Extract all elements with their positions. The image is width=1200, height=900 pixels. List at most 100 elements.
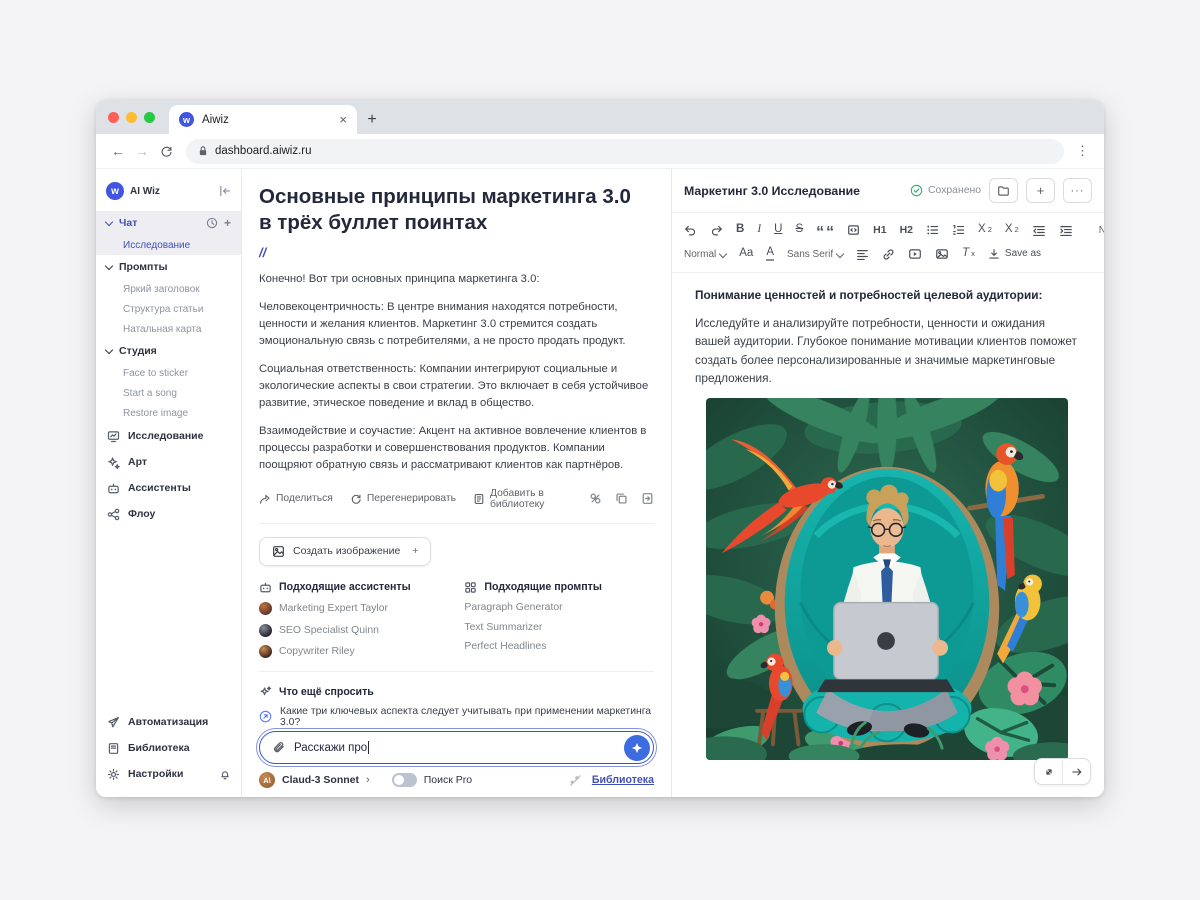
input-value: Расскажи про <box>294 742 367 754</box>
heading1-button[interactable]: H1 <box>873 225 886 236</box>
document-content[interactable]: Понимание ценностей и потребностей целев… <box>672 273 1104 760</box>
sidebar-item-art[interactable]: Арт <box>96 449 241 475</box>
prompts-header: Подходящие промпты <box>464 581 654 594</box>
new-document-button[interactable]: + <box>1026 178 1055 203</box>
prompt-item[interactable]: Text Summarizer <box>464 622 654 633</box>
reload-icon[interactable] <box>154 139 178 163</box>
create-image-button[interactable]: Создать изображение + <box>259 537 431 566</box>
share-button[interactable]: Поделиться <box>259 493 333 505</box>
chevron-down-icon <box>836 249 844 257</box>
sidebar-item-library[interactable]: Библиотека <box>96 735 241 761</box>
generated-image[interactable] <box>706 398 1068 760</box>
send-sparkle-icon <box>630 741 644 755</box>
sidebar-item-prompt-1[interactable]: Структура статьи <box>96 299 241 319</box>
browser-menu-icon[interactable]: ⋮ <box>1072 143 1094 159</box>
italic-button[interactable]: I <box>757 224 761 236</box>
message-actions: Поделиться Перегенерировать Добавить в б… <box>259 488 654 510</box>
more-options-button[interactable]: ··· <box>1063 178 1092 203</box>
tokens-icon[interactable] <box>589 492 602 505</box>
folder-button[interactable] <box>989 178 1018 203</box>
bullet-list-icon[interactable] <box>926 224 939 236</box>
jungle-illustration <box>706 398 1068 760</box>
sidebar-item-prompts[interactable]: Промпты <box>96 255 241 279</box>
save-as-button[interactable]: Save as <box>988 248 1041 260</box>
align-icon[interactable] <box>856 249 869 260</box>
chat-title: Основные принципы маркетинга 3.0 в трёх … <box>259 184 654 236</box>
sidebar-item-studio-0[interactable]: Face to sticker <box>96 363 241 383</box>
copy-icon[interactable] <box>615 492 628 505</box>
code-block-icon[interactable] <box>847 224 860 236</box>
paragraph-dropdown[interactable]: Normal <box>684 249 726 260</box>
image-icon <box>272 545 285 558</box>
strikethrough-button[interactable]: S <box>795 224 803 236</box>
undo-icon[interactable] <box>684 225 697 236</box>
chat-paragraph: Социальная ответственность: Компании инт… <box>259 361 654 412</box>
sidebar-item-flow[interactable]: Флоу <box>96 501 241 527</box>
assistant-item[interactable]: Marketing Expert Taylor <box>259 602 464 615</box>
address-bar[interactable]: dashboard.aiwiz.ru <box>186 139 1064 164</box>
attach-icon[interactable] <box>272 741 286 755</box>
redo-icon[interactable] <box>710 225 723 236</box>
forward-icon[interactable]: → <box>130 139 154 163</box>
font-size-button[interactable]: Aa <box>739 248 753 260</box>
prompt-magic-icon[interactable] <box>569 774 582 787</box>
expand-image-button[interactable] <box>1035 759 1062 784</box>
minimize-window-button[interactable] <box>126 112 137 123</box>
notifications-bell-icon[interactable] <box>219 768 231 781</box>
ask-arrow-icon <box>259 710 272 723</box>
prompt-item[interactable]: Perfect Headlines <box>464 641 654 652</box>
sidebar-item-prompt-2[interactable]: Натальная карта <box>96 319 241 339</box>
link-icon[interactable] <box>882 248 895 261</box>
regenerate-button[interactable]: Перегенерировать <box>350 493 456 505</box>
new-chat-icon[interactable]: + <box>224 217 231 229</box>
clear-formatting-button[interactable]: Tx <box>962 248 975 260</box>
new-tab-button[interactable]: + <box>357 105 387 134</box>
superscript-button[interactable]: X2 <box>1005 224 1019 236</box>
assistant-item[interactable]: SEO Specialist Quinn <box>259 624 464 637</box>
ordered-list-icon[interactable] <box>952 224 965 236</box>
search-pro-toggle[interactable] <box>392 773 417 787</box>
sidebar-item-studio-2[interactable]: Restore image <box>96 403 241 423</box>
collapse-sidebar-icon[interactable] <box>218 185 231 197</box>
sidebar-item-research[interactable]: Исследование <box>96 423 241 449</box>
browser-tab[interactable]: w Aiwiz × <box>169 105 357 134</box>
subscript-button[interactable]: X2 <box>978 224 992 236</box>
add-to-library-button[interactable]: Добавить в библиотеку <box>473 488 572 510</box>
sidebar-item-chat-research[interactable]: Исследование <box>96 235 241 255</box>
heading2-button[interactable]: H2 <box>900 225 913 236</box>
sidebar-item-settings[interactable]: Настройки <box>96 761 241 787</box>
back-icon[interactable]: ← <box>106 139 130 163</box>
indent-icon[interactable] <box>1059 225 1073 236</box>
video-icon[interactable] <box>908 248 922 260</box>
suggestions-columns: Подходящие ассистенты Marketing Expert T… <box>259 581 654 659</box>
sidebar-item-automation[interactable]: Автоматизация <box>96 709 241 735</box>
assistant-item[interactable]: Copywriter Riley <box>259 645 464 658</box>
model-selector[interactable]: Claud-3 Sonnet <box>282 774 359 786</box>
prompts-column: Подходящие промпты Paragraph Generator T… <box>464 581 654 659</box>
tab-close-icon[interactable]: × <box>339 113 347 126</box>
outdent-icon[interactable] <box>1032 225 1046 236</box>
prompt-item[interactable]: Paragraph Generator <box>464 602 654 613</box>
sidebar-item-studio-1[interactable]: Start a song <box>96 383 241 403</box>
export-icon[interactable] <box>641 492 654 505</box>
history-icon[interactable] <box>206 217 218 229</box>
sidebar-item-chat[interactable]: Чат + <box>96 211 241 235</box>
message-input[interactable]: Расскажи про <box>259 731 654 764</box>
send-button[interactable] <box>624 735 650 761</box>
close-window-button[interactable] <box>108 112 119 123</box>
sidebar-item-prompt-0[interactable]: Яркий заголовок <box>96 279 241 299</box>
underline-button[interactable]: U <box>774 224 782 236</box>
insert-image-icon[interactable] <box>935 248 949 260</box>
maximize-window-button[interactable] <box>144 112 155 123</box>
next-image-button[interactable] <box>1062 759 1090 784</box>
sidebar-item-studio[interactable]: Студия <box>96 339 241 363</box>
suggested-question[interactable]: Какие три ключевых аспекта следует учиты… <box>259 706 654 727</box>
bold-button[interactable]: B <box>736 224 744 236</box>
font-color-button[interactable]: A <box>766 247 774 262</box>
style-dropdown[interactable]: Normal <box>1099 225 1104 236</box>
blockquote-button[interactable]: ““ <box>816 230 834 236</box>
font-family-dropdown[interactable]: Sans Serif <box>787 249 843 260</box>
library-link[interactable]: Библиотека <box>592 774 654 786</box>
sidebar-item-assistants[interactable]: Ассистенты <box>96 475 241 501</box>
chevron-down-icon <box>105 218 113 226</box>
